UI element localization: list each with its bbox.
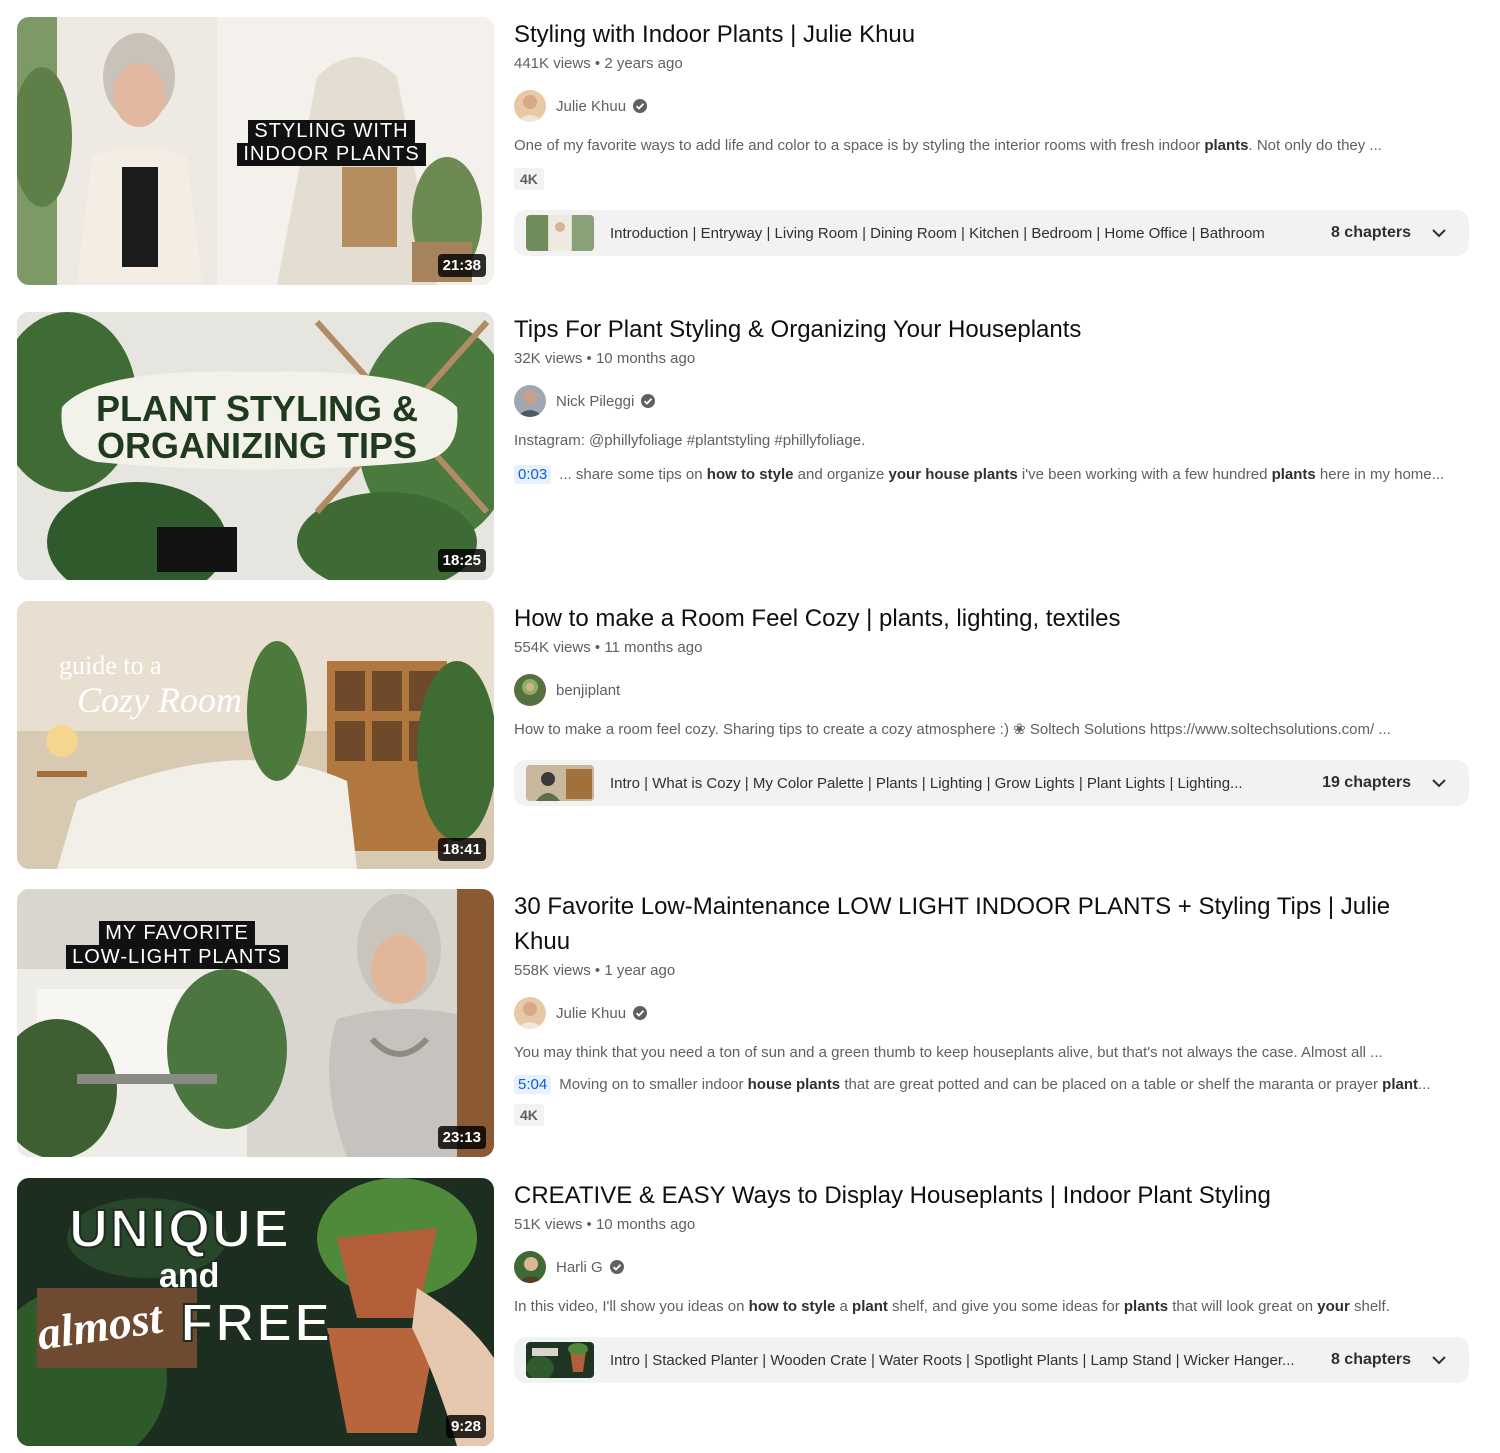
channel-name[interactable]: Harli G — [556, 1259, 603, 1276]
snippet-text: ... share some tips on how to style and … — [559, 466, 1445, 483]
thumbnail-caption: guide to a Cozy Room — [59, 651, 242, 720]
quality-badge: 4K — [514, 1104, 544, 1126]
search-results: STYLING WITH INDOOR PLANTS 21:38 Styling… — [0, 0, 1500, 1453]
video-thumbnail[interactable]: UNIQUE and almost FREE 9:28 — [17, 1178, 494, 1446]
video-title[interactable]: 30 Favorite Low-Maintenance LOW LIGHT IN… — [514, 889, 1394, 959]
chapter-list: Introduction | Entryway | Living Room | … — [610, 224, 1265, 242]
video-thumbnail[interactable]: guide to a Cozy Room 18:41 — [17, 601, 494, 869]
video-meta: 51K views • 10 months ago — [514, 1216, 696, 1233]
video-meta: 32K views • 10 months ago — [514, 350, 696, 367]
video-info: Tips For Plant Styling & Organizing Your… — [514, 312, 1469, 484]
transcript-snippet: 0:03 ... share some tips on how to style… — [514, 465, 1469, 484]
channel-name[interactable]: benjiplant — [556, 682, 620, 699]
chapters-bar[interactable]: Intro | Stacked Planter | Wooden Crate |… — [514, 1337, 1469, 1383]
video-thumbnail[interactable]: MY FAVORITE LOW-LIGHT PLANTS 23:13 — [17, 889, 494, 1157]
channel-row[interactable]: Julie Khuu — [514, 90, 1469, 122]
video-duration: 23:13 — [437, 1126, 486, 1149]
thumbnail-caption: UNIQUE and almost FREE — [33, 1199, 333, 1360]
video-duration: 18:41 — [437, 838, 486, 861]
thumbnail-caption: PLANT STYLING & ORGANIZING TIPS — [96, 388, 418, 466]
video-title[interactable]: Tips For Plant Styling & Organizing Your… — [514, 312, 1469, 347]
video-meta: 554K views • 11 months ago — [514, 639, 703, 656]
snippet-text: Moving on to smaller indoor house plants… — [559, 1076, 1431, 1093]
video-description: You may think that you need a ton of sun… — [514, 1044, 1383, 1061]
chapter-count: 8 chapters — [1330, 224, 1411, 241]
chapter-list: Intro | What is Cozy | My Color Palette … — [610, 774, 1243, 792]
video-title[interactable]: Styling with Indoor Plants | Julie Khuu — [514, 17, 1469, 52]
video-thumbnail[interactable]: PLANT STYLING & ORGANIZING TIPS 18:25 — [17, 312, 494, 580]
video-duration: 21:38 — [437, 254, 486, 277]
verified-check-icon — [640, 393, 656, 409]
view-count: 51K views — [514, 1216, 583, 1233]
verified-check-icon — [632, 98, 648, 114]
timestamp-link[interactable]: 0:03 — [514, 465, 552, 484]
video-result[interactable]: guide to a Cozy Room 18:41 How to make a… — [17, 601, 1477, 871]
avatar[interactable] — [514, 674, 546, 706]
channel-row[interactable]: Julie Khuu — [514, 997, 1469, 1029]
video-description: One of my favorite ways to add life and … — [514, 137, 1382, 154]
view-count: 32K views — [514, 350, 583, 367]
chevron-down-icon[interactable] — [1429, 1350, 1449, 1370]
quality-badge: 4K — [514, 168, 544, 190]
video-info: 30 Favorite Low-Maintenance LOW LIGHT IN… — [514, 889, 1469, 1126]
avatar[interactable] — [514, 997, 546, 1029]
video-description: How to make a room feel cozy. Sharing ti… — [514, 721, 1391, 738]
chapters-bar[interactable]: Intro | What is Cozy | My Color Palette … — [514, 760, 1469, 806]
video-title[interactable]: How to make a Room Feel Cozy | plants, l… — [514, 601, 1469, 636]
video-info: Styling with Indoor Plants | Julie Khuu … — [514, 17, 1469, 256]
video-thumbnail[interactable]: STYLING WITH INDOOR PLANTS 21:38 — [17, 17, 494, 285]
upload-age: 11 months ago — [604, 639, 703, 656]
view-count: 558K views — [514, 962, 591, 979]
video-description: In this video, I'll show you ideas on ho… — [514, 1298, 1390, 1315]
thumbnail-image — [17, 601, 494, 869]
chapter-thumbnail — [526, 765, 594, 801]
chevron-down-icon[interactable] — [1429, 223, 1449, 243]
chapter-thumbnail — [526, 1342, 594, 1378]
chapters-bar[interactable]: Introduction | Entryway | Living Room | … — [514, 210, 1469, 256]
channel-name[interactable]: Nick Pileggi — [556, 393, 634, 410]
channel-row[interactable]: Nick Pileggi — [514, 385, 1469, 417]
video-duration: 18:25 — [437, 549, 486, 572]
video-result[interactable]: PLANT STYLING & ORGANIZING TIPS 18:25 Ti… — [17, 312, 1477, 582]
channel-row[interactable]: Harli G — [514, 1251, 1469, 1283]
thumbnail-caption: MY FAVORITE LOW-LIGHT PLANTS — [42, 921, 312, 969]
view-count: 441K views — [514, 55, 591, 72]
upload-age: 2 years ago — [604, 55, 683, 72]
video-duration: 9:28 — [445, 1415, 486, 1438]
thumbnail-caption: STYLING WITH INDOOR PLANTS — [229, 120, 434, 166]
video-title[interactable]: CREATIVE & EASY Ways to Display Housepla… — [514, 1178, 1469, 1213]
transcript-snippet: 5:04 Moving on to smaller indoor house p… — [514, 1075, 1469, 1094]
avatar[interactable] — [514, 1251, 546, 1283]
chapter-list: Intro | Stacked Planter | Wooden Crate |… — [610, 1351, 1295, 1369]
avatar[interactable] — [514, 90, 546, 122]
video-description: Instagram: @phillyfoliage #plantstyling … — [514, 432, 866, 449]
verified-check-icon — [632, 1005, 648, 1021]
upload-age: 10 months ago — [595, 350, 696, 367]
video-result[interactable]: MY FAVORITE LOW-LIGHT PLANTS 23:13 30 Fa… — [17, 889, 1477, 1159]
channel-name[interactable]: Julie Khuu — [556, 98, 626, 115]
upload-age: 10 months ago — [595, 1216, 696, 1233]
chevron-down-icon[interactable] — [1429, 773, 1449, 793]
video-info: How to make a Room Feel Cozy | plants, l… — [514, 601, 1469, 806]
chapter-count: 8 chapters — [1330, 1351, 1411, 1368]
chapter-thumbnail — [526, 215, 594, 251]
video-result[interactable]: STYLING WITH INDOOR PLANTS 21:38 Styling… — [17, 17, 1477, 287]
video-info: CREATIVE & EASY Ways to Display Housepla… — [514, 1178, 1469, 1383]
channel-row[interactable]: benjiplant — [514, 674, 1469, 706]
timestamp-link[interactable]: 5:04 — [514, 1075, 552, 1094]
video-meta: 441K views • 2 years ago — [514, 55, 683, 72]
channel-name[interactable]: Julie Khuu — [556, 1005, 626, 1022]
video-result[interactable]: UNIQUE and almost FREE 9:28 CREATIVE & E… — [17, 1178, 1477, 1448]
verified-check-icon — [609, 1259, 625, 1275]
upload-age: 1 year ago — [604, 962, 676, 979]
chapter-count: 19 chapters — [1322, 774, 1411, 791]
video-meta: 558K views • 1 year ago — [514, 962, 676, 979]
view-count: 554K views — [514, 639, 591, 656]
avatar[interactable] — [514, 385, 546, 417]
